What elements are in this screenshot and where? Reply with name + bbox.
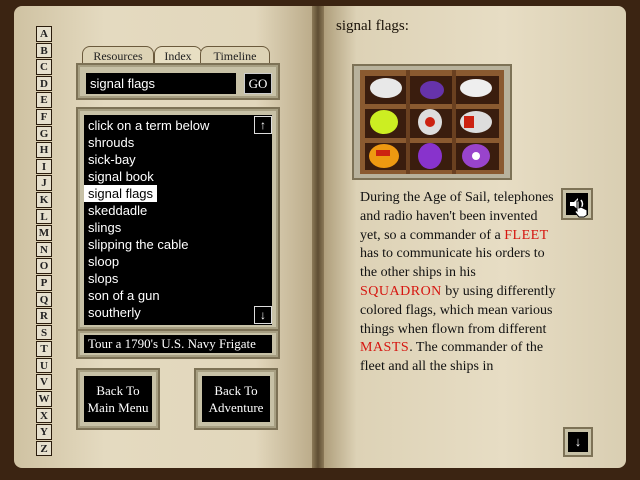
alphabet-tab-x[interactable]: X (36, 407, 52, 424)
glossary-link[interactable]: MASTS (360, 340, 409, 355)
alphabet-tabs: ABCDEFGHIJKLMNOPQRSTUVWXYZ (36, 26, 54, 457)
adventure-label-line2: Adventure (208, 400, 264, 415)
index-list-panel: click on a term below shrouds sick-bay sign… (76, 107, 280, 331)
index-term[interactable]: southerly (84, 304, 254, 321)
index-term[interactable]: skeddadle (84, 202, 254, 219)
index-term[interactable]: shrouds (84, 134, 254, 151)
list-instruction: click on a term below (88, 118, 210, 133)
hand-pointer-icon (574, 200, 588, 218)
index-term[interactable]: sloop (84, 253, 254, 270)
alphabet-tab-u[interactable]: U (36, 357, 52, 374)
alphabet-tab-w[interactable]: W (36, 391, 52, 407)
alphabet-tab-o[interactable]: O (36, 258, 52, 274)
back-to-adventure-button[interactable]: Back To Adventure (202, 376, 270, 422)
alphabet-tab-n[interactable]: N (36, 241, 52, 258)
alphabet-tab-v[interactable]: V (36, 374, 52, 391)
tour-frigate-button[interactable]: Tour a 1790's U.S. Navy Frigate (84, 335, 272, 353)
alphabet-tab-r[interactable]: R (36, 308, 52, 324)
alphabet-tab-f[interactable]: F (36, 108, 52, 125)
main-menu-label-line2: Main Menu (87, 400, 149, 415)
article-scroll-down-button[interactable]: ↓ (563, 427, 593, 457)
index-list: click on a term below shrouds sick-bay sign… (84, 115, 272, 325)
go-button[interactable]: GO (244, 73, 272, 94)
alphabet-tab-a[interactable]: A (36, 26, 52, 42)
index-term[interactable]: son of a gun (84, 287, 254, 304)
alphabet-tab-g[interactable]: G (36, 125, 52, 142)
arrow-down-icon: ↓ (260, 308, 266, 322)
alphabet-tab-p[interactable]: P (36, 274, 52, 291)
search-input[interactable] (86, 73, 236, 94)
index-term[interactable]: sick-bay (84, 151, 254, 168)
alphabet-tab-i[interactable]: I (36, 158, 52, 175)
book-spine (312, 6, 324, 468)
alphabet-tab-z[interactable]: Z (36, 440, 52, 457)
alphabet-tab-j[interactable]: J (36, 175, 52, 191)
adventure-panel: Back To Adventure (194, 368, 278, 430)
alphabet-tab-l[interactable]: L (36, 208, 52, 225)
tour-panel: Tour a 1790's U.S. Navy Frigate (76, 329, 280, 359)
alphabet-tab-m[interactable]: M (36, 225, 52, 241)
index-term[interactable]: slipping the cable (84, 236, 254, 253)
alphabet-tab-d[interactable]: D (36, 75, 52, 92)
alphabet-tab-t[interactable]: T (36, 341, 52, 357)
article-title: signal flags: (336, 18, 409, 34)
glossary-link[interactable]: FLEET (504, 228, 549, 243)
back-to-main-menu-button[interactable]: Back To Main Menu (84, 376, 152, 422)
signal-flags-illustration (352, 64, 512, 180)
alphabet-tab-e[interactable]: E (36, 92, 52, 108)
alphabet-tab-b[interactable]: B (36, 42, 52, 59)
flag-locker-image (360, 70, 504, 174)
alphabet-tab-c[interactable]: C (36, 59, 52, 75)
adventure-label-line1: Back To (214, 383, 258, 398)
article-body: During the Age of Sail, telephones and r… (360, 189, 560, 427)
search-panel: GO (76, 63, 280, 100)
alphabet-tab-k[interactable]: K (36, 191, 52, 208)
arrow-down-icon: ↓ (574, 434, 582, 449)
scroll-up-button[interactable]: ↑ (254, 116, 272, 134)
article-text: has to communicate his orders to the oth… (360, 246, 545, 281)
index-term[interactable]: signal flags (84, 185, 158, 202)
audio-button[interactable] (561, 188, 593, 220)
main-menu-panel: Back To Main Menu (76, 368, 160, 430)
alphabet-tab-y[interactable]: Y (36, 424, 52, 440)
scroll-down-button[interactable]: ↓ (254, 306, 272, 324)
alphabet-tab-s[interactable]: S (36, 324, 52, 341)
glossary-link[interactable]: SQUADRON (360, 284, 442, 299)
index-term[interactable]: slings (84, 219, 254, 236)
arrow-up-icon: ↑ (260, 118, 266, 132)
index-term[interactable]: slops (84, 270, 254, 287)
index-term[interactable]: signal book (84, 168, 254, 185)
alphabet-tab-h[interactable]: H (36, 142, 52, 158)
main-menu-label-line1: Back To (96, 383, 140, 398)
alphabet-tab-q[interactable]: Q (36, 291, 52, 308)
